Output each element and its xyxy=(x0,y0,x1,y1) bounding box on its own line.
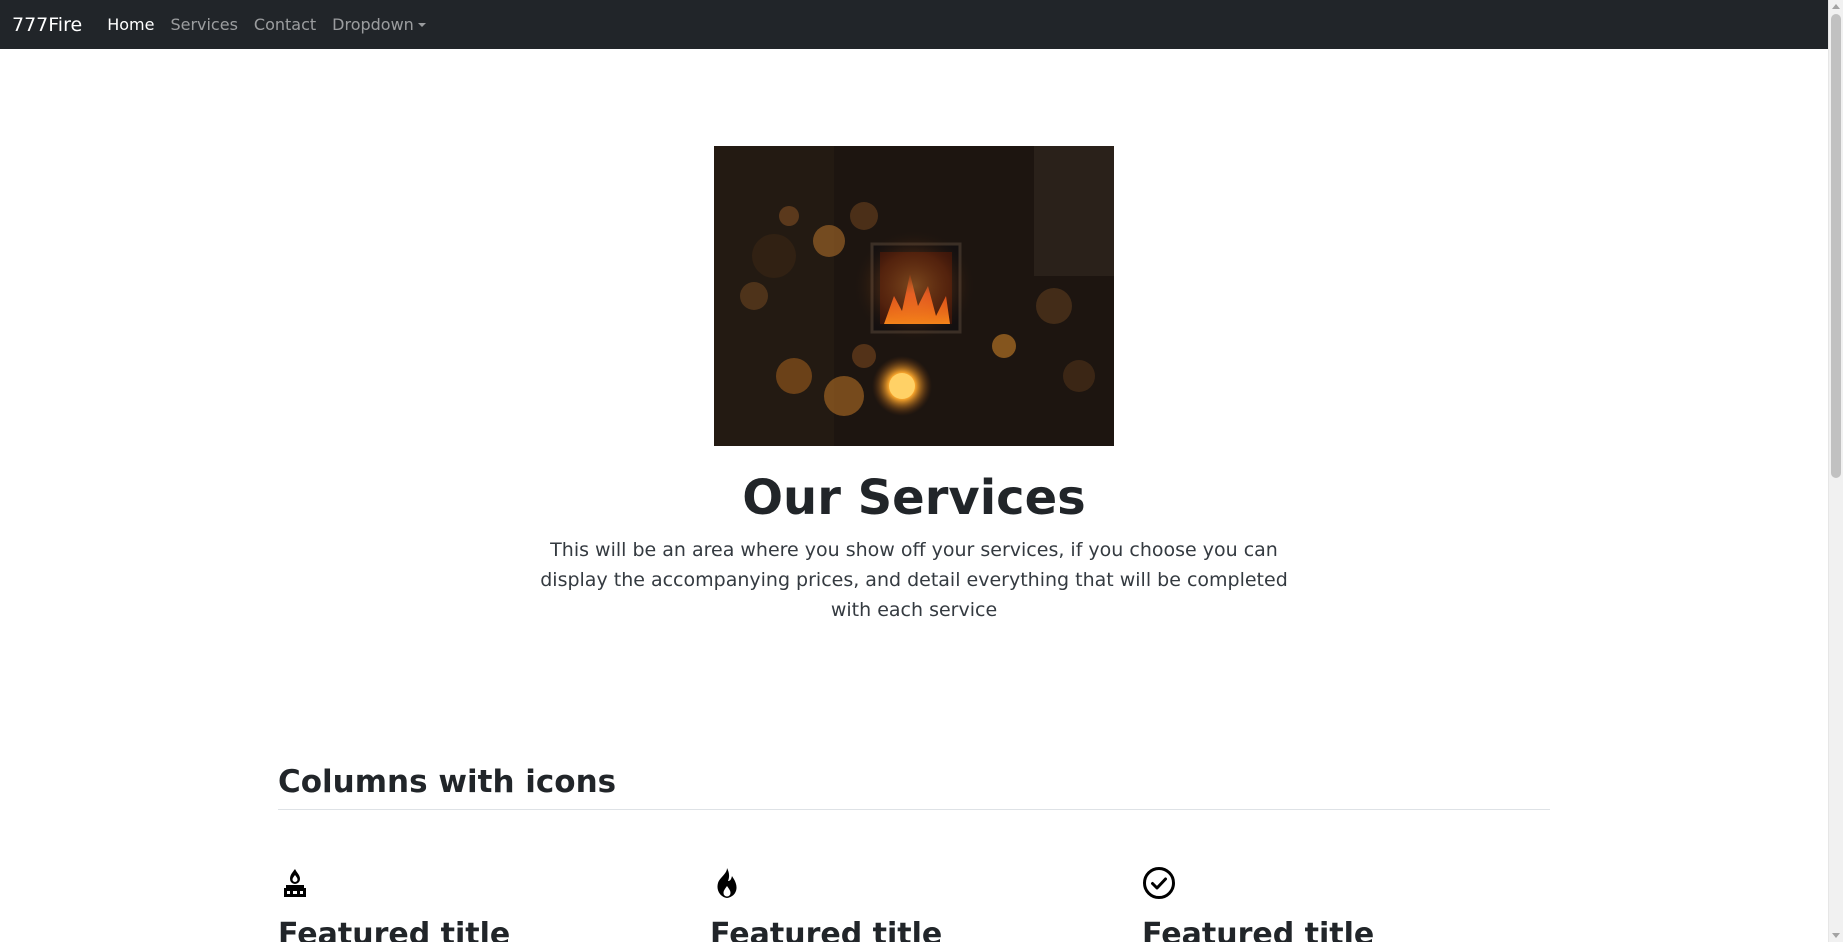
check-circle-icon xyxy=(1143,867,1175,899)
fireplace-photo xyxy=(714,146,1114,446)
page-title: Our Services xyxy=(742,470,1086,526)
feature-column-2: Featured title xyxy=(710,866,1120,942)
nav-dropdown[interactable]: Dropdown xyxy=(332,15,426,34)
hero-description: This will be an area where you show off … xyxy=(540,539,1288,621)
scroll-up-arrow-icon[interactable] xyxy=(1832,4,1840,9)
feature-title-2: Featured title xyxy=(710,917,943,942)
nav-home[interactable]: Home xyxy=(107,15,154,34)
caret-down-icon xyxy=(417,23,426,27)
navbar: 777Fire Home Services Contact Dropdown xyxy=(0,0,1828,49)
fireplace-icon xyxy=(284,869,306,897)
feature-column-3: Featured title xyxy=(1142,866,1552,942)
nav-contact[interactable]: Contact xyxy=(254,15,316,34)
page-scrollbar[interactable] xyxy=(1828,0,1843,942)
feature-title-3: Featured title xyxy=(1142,917,1375,942)
fire-icon xyxy=(717,868,737,898)
hero-image xyxy=(714,146,1114,446)
scroll-thumb[interactable] xyxy=(1831,14,1841,478)
feature-title-1: Featured title xyxy=(278,917,511,942)
nav-dropdown-label: Dropdown xyxy=(332,15,414,34)
feature-column-1: Featured title xyxy=(278,866,688,942)
section-divider xyxy=(278,809,1550,810)
nav-services[interactable]: Services xyxy=(170,15,237,34)
brand-link[interactable]: 777Fire xyxy=(12,14,82,36)
scroll-down-arrow-icon[interactable] xyxy=(1832,933,1840,938)
section-title: Columns with icons xyxy=(278,764,617,800)
